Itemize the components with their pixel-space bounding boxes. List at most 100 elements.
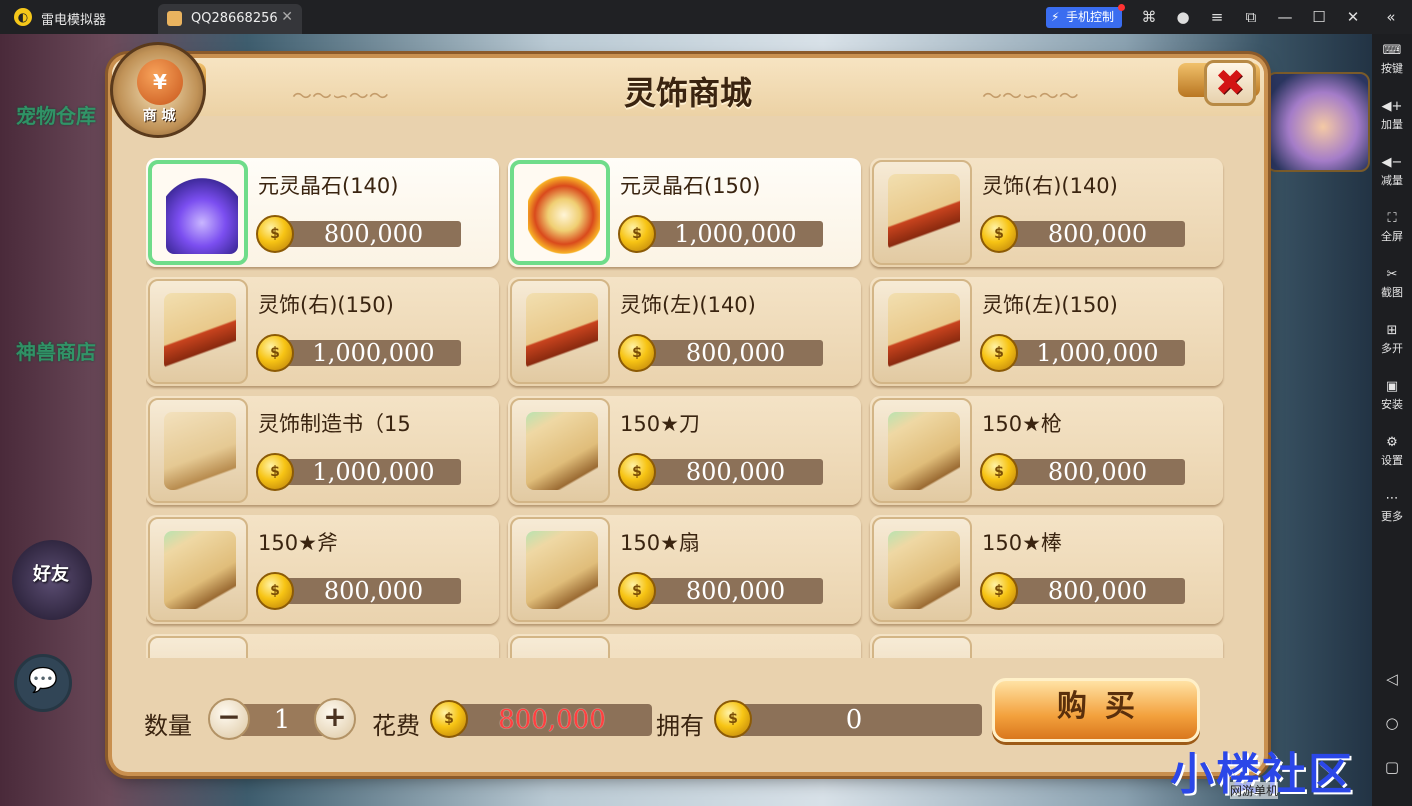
item-card[interactable]: 灵饰(右)(150) 1,000,000 $ xyxy=(146,277,499,386)
item-frame xyxy=(148,398,248,503)
chat-bubble-icon: 💬 xyxy=(28,666,58,694)
popout-icon[interactable]: ⧉ xyxy=(1240,6,1262,28)
bg-beast-shop[interactable]: 神兽商店 xyxy=(16,336,96,365)
item-card-partial[interactable] xyxy=(508,634,861,658)
increase-quantity-button[interactable]: + xyxy=(314,698,356,740)
item-card[interactable]: 元灵晶石(140) 800,000 $ xyxy=(146,158,499,267)
sidebar-item-screenshot[interactable]: ✂ 截图 xyxy=(1372,266,1412,300)
item-card[interactable]: 150★刀 800,000 $ xyxy=(508,396,861,505)
recent-apps-icon[interactable]: ▢ xyxy=(1372,758,1412,776)
price-bar: 800,000 xyxy=(648,340,823,366)
back-icon[interactable]: ◁ xyxy=(1372,670,1412,688)
item-name: 150★扇 xyxy=(620,531,700,555)
price-bar: 800,000 xyxy=(1010,221,1185,247)
sidebar-item-install[interactable]: ▣ 安装 xyxy=(1372,378,1412,412)
sidebar-item-more[interactable]: ⋯ 更多 xyxy=(1372,490,1412,524)
coin-icon: $ xyxy=(256,453,294,491)
player-avatar[interactable] xyxy=(1266,72,1370,172)
item-name: 元灵晶石(140) xyxy=(258,174,399,198)
item-card[interactable]: 150★扇 800,000 $ xyxy=(508,515,861,624)
decrease-quantity-button[interactable]: − xyxy=(208,698,250,740)
item-name: 灵饰(左)(140) xyxy=(620,293,756,317)
item-frame xyxy=(872,636,972,658)
item-card[interactable]: 灵饰制造书（15 1,000,000 $ xyxy=(146,396,499,505)
money-bag-icon: ¥ xyxy=(137,59,183,105)
coin-icon: $ xyxy=(618,453,656,491)
item-card[interactable]: 元灵晶石(150) 1,000,000 $ xyxy=(508,158,861,267)
coin-icon: $ xyxy=(980,215,1018,253)
shop-badge: ¥ 商 城 xyxy=(110,42,206,138)
item-price: 800,000 xyxy=(685,577,786,605)
maximize-icon[interactable]: ☐ xyxy=(1308,6,1330,28)
sidebar-item-keys[interactable]: ⌨ 按键 xyxy=(1372,42,1412,76)
item-name: 灵饰(左)(150) xyxy=(982,293,1118,317)
item-frame xyxy=(510,398,610,503)
account-icon[interactable]: ● xyxy=(1172,6,1194,28)
menu-icon[interactable]: ≡ xyxy=(1206,6,1228,28)
item-card-partial[interactable] xyxy=(870,634,1223,658)
item-frame xyxy=(148,160,248,265)
friend-label: 好友 xyxy=(33,564,69,585)
item-grid[interactable]: 元灵晶石(140) 800,000 $ 元灵晶石(150) 1,000,000 … xyxy=(146,158,1226,658)
red-scroll-icon xyxy=(526,293,598,371)
item-card[interactable]: 150★棒 800,000 $ xyxy=(870,515,1223,624)
item-price: 800,000 xyxy=(685,339,786,367)
map-scroll-icon xyxy=(164,531,236,609)
home-icon[interactable]: ○ xyxy=(1372,714,1412,732)
item-name: 150★枪 xyxy=(982,412,1062,436)
notification-dot xyxy=(1118,4,1125,11)
sidebar-item-volume-up[interactable]: ◀+ 加量 xyxy=(1372,98,1412,132)
item-name: 150★棒 xyxy=(982,531,1062,555)
minimize-icon[interactable]: — xyxy=(1274,6,1296,28)
close-icon: ✖ xyxy=(1214,63,1246,104)
item-price: 800,000 xyxy=(323,220,424,248)
item-card[interactable]: 灵饰(右)(140) 800,000 $ xyxy=(870,158,1223,267)
tab-instance[interactable]: QQ28668256 ✕ xyxy=(158,4,302,34)
item-price: 1,000,000 xyxy=(312,458,435,486)
item-price: 800,000 xyxy=(1047,220,1148,248)
multi-instance-icon: ⊞ xyxy=(1386,323,1398,338)
coin-icon: $ xyxy=(714,700,752,738)
item-card[interactable]: 150★斧 800,000 $ xyxy=(146,515,499,624)
gamepad-icon[interactable]: ⌘ xyxy=(1138,6,1160,28)
cost-value: 800,000 xyxy=(498,705,606,735)
item-price: 800,000 xyxy=(323,577,424,605)
map-scroll-icon xyxy=(526,412,598,490)
crystal-icon xyxy=(166,176,238,254)
item-card[interactable]: 灵饰(左)(150) 1,000,000 $ xyxy=(870,277,1223,386)
item-name: 灵饰(右)(150) xyxy=(258,293,394,317)
price-bar: 800,000 xyxy=(286,578,461,604)
price-bar: 1,000,000 xyxy=(1010,340,1185,366)
app-name: 雷电模拟器 xyxy=(41,13,107,28)
item-name: 灵饰(右)(140) xyxy=(982,174,1118,198)
price-bar: 800,000 xyxy=(648,578,823,604)
sidebar-item-settings[interactable]: ⚙ 设置 xyxy=(1372,434,1412,468)
item-card-partial[interactable] xyxy=(146,634,499,658)
phone-control-button[interactable]: 手机控制 xyxy=(1046,4,1125,28)
window-close-icon[interactable]: ✕ xyxy=(1342,6,1364,28)
sidebar-item-multi-instance[interactable]: ⊞ 多开 xyxy=(1372,322,1412,356)
red-scroll-icon xyxy=(888,293,960,371)
shop-badge-label: 商 城 xyxy=(142,108,176,124)
item-card[interactable]: 150★枪 800,000 $ xyxy=(870,396,1223,505)
tab-close-icon[interactable]: ✕ xyxy=(281,9,293,25)
item-frame xyxy=(510,160,610,265)
old-scroll-icon xyxy=(164,412,236,490)
close-button[interactable]: ✖ xyxy=(1204,60,1256,106)
app-logo-icon: ◐ xyxy=(14,8,32,26)
coin-icon: $ xyxy=(980,334,1018,372)
map-scroll-icon xyxy=(888,412,960,490)
buy-button[interactable]: 购买 xyxy=(992,678,1200,742)
bg-pet-storage[interactable]: 宠物仓库 xyxy=(16,100,96,129)
item-price: 800,000 xyxy=(1047,577,1148,605)
drum-icon xyxy=(528,176,600,254)
item-frame xyxy=(148,517,248,622)
quantity-value[interactable]: 1 xyxy=(262,704,302,736)
coin-icon: $ xyxy=(618,334,656,372)
item-card[interactable]: 灵饰(左)(140) 800,000 $ xyxy=(508,277,861,386)
collapse-sidebar-icon[interactable]: « xyxy=(1380,6,1402,28)
sidebar-item-fullscreen[interactable]: ⛶ 全屏 xyxy=(1372,210,1412,244)
sidebar-item-volume-down[interactable]: ◀− 减量 xyxy=(1372,154,1412,188)
price-bar: 800,000 xyxy=(648,459,823,485)
item-frame xyxy=(872,398,972,503)
